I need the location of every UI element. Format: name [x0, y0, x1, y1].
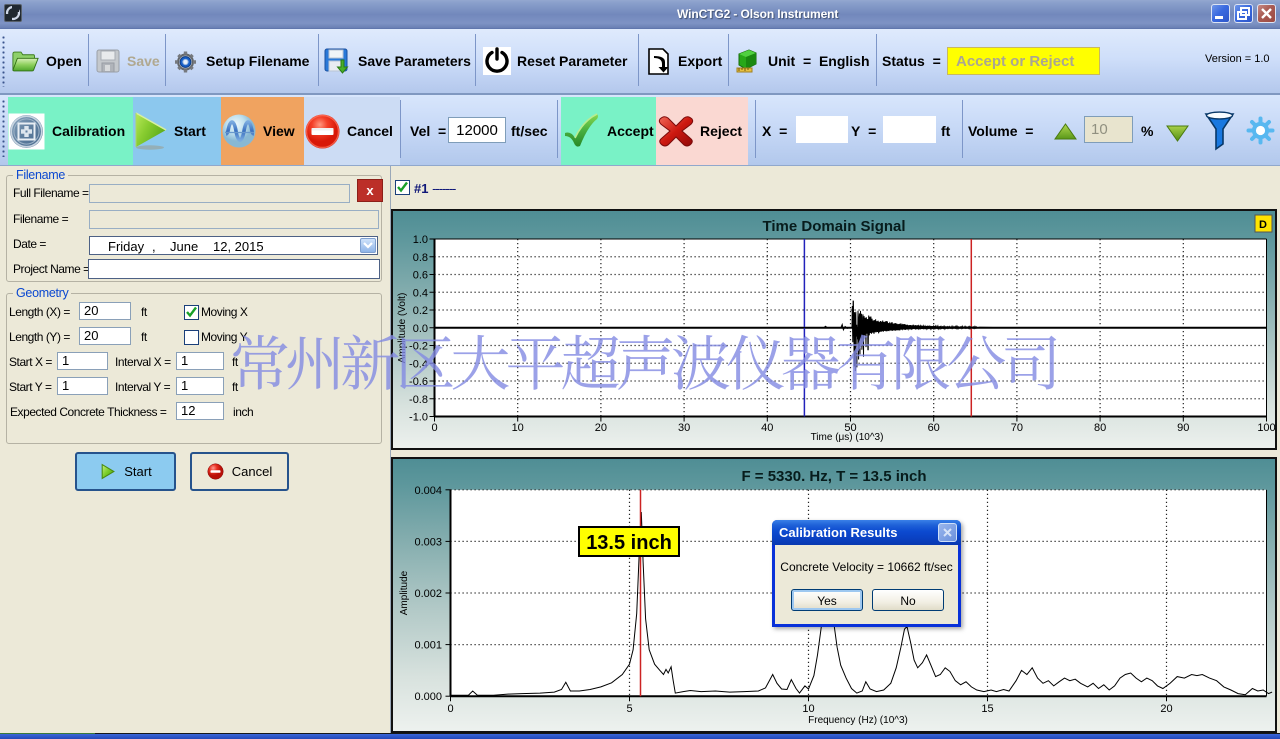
- svg-text:1.0: 1.0: [413, 234, 428, 246]
- svg-text:70: 70: [1011, 422, 1023, 434]
- svg-text:0.002: 0.002: [414, 588, 442, 600]
- svg-text:15: 15: [981, 703, 993, 715]
- svg-text:0.001: 0.001: [414, 640, 442, 652]
- svg-text:F = 5330. Hz, T = 13.5 inch: F = 5330. Hz, T = 13.5 inch: [741, 468, 926, 485]
- svg-text:5: 5: [626, 703, 632, 715]
- svg-text:30: 30: [678, 422, 690, 434]
- svg-text:0.003: 0.003: [414, 536, 442, 548]
- svg-text:20: 20: [1160, 703, 1172, 715]
- svg-text:D: D: [1259, 219, 1267, 231]
- svg-text:0.4: 0.4: [413, 287, 428, 299]
- svg-text:0: 0: [447, 703, 453, 715]
- svg-text:0.8: 0.8: [413, 252, 428, 264]
- svg-text:0.000: 0.000: [414, 691, 442, 703]
- svg-text:100: 100: [1257, 422, 1275, 434]
- svg-text:0.2: 0.2: [413, 305, 428, 317]
- svg-text:90: 90: [1177, 422, 1189, 434]
- svg-text:13.5 inch: 13.5 inch: [586, 532, 672, 554]
- svg-text:Time Domain Signal: Time Domain Signal: [762, 218, 905, 235]
- svg-text:10: 10: [802, 703, 814, 715]
- svg-text:60: 60: [928, 422, 940, 434]
- svg-text:10: 10: [512, 422, 524, 434]
- svg-text:0: 0: [431, 422, 437, 434]
- svg-text:40: 40: [761, 422, 773, 434]
- svg-text:20: 20: [595, 422, 607, 434]
- svg-text:Amplitude: Amplitude: [399, 570, 410, 615]
- svg-text:Frequency (Hz) (10^3): Frequency (Hz) (10^3): [808, 715, 908, 726]
- svg-text:0.004: 0.004: [414, 485, 442, 497]
- svg-text:Time (μs) (10^3): Time (μs) (10^3): [811, 432, 884, 443]
- svg-text:-1.0: -1.0: [409, 412, 428, 424]
- svg-text:80: 80: [1094, 422, 1106, 434]
- svg-text:0.6: 0.6: [413, 270, 428, 282]
